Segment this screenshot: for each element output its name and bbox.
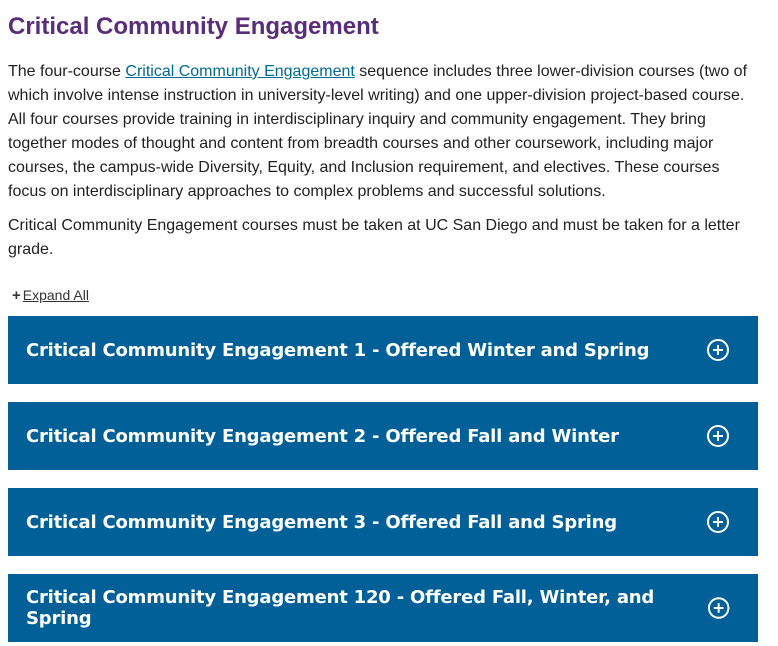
plus-circle-icon[interactable]: [706, 424, 730, 448]
plus-circle-icon[interactable]: [707, 596, 730, 620]
expand-all-link[interactable]: Expand All: [23, 287, 89, 303]
accordion-item-cce-1[interactable]: Critical Community Engagement 1 - Offere…: [8, 316, 758, 384]
accordion-title: Critical Community Engagement 3 - Offere…: [26, 511, 617, 533]
plus-icon: +: [12, 286, 21, 304]
page-content: Critical Community Engagement The four-c…: [0, 0, 778, 642]
expand-all-control[interactable]: + Expand All: [8, 284, 770, 306]
plus-circle-icon[interactable]: [706, 338, 730, 362]
accordion-title: Critical Community Engagement 120 - Offe…: [26, 587, 655, 629]
accordion-item-cce-3[interactable]: Critical Community Engagement 3 - Offere…: [8, 488, 758, 556]
intro-text-end: sequence includes three lower-division c…: [8, 63, 748, 200]
intro-text-start: The four-course: [8, 63, 126, 80]
intro-paragraph: The four-course Critical Community Engag…: [8, 60, 760, 204]
accordion-item-cce-2[interactable]: Critical Community Engagement 2 - Offere…: [8, 402, 758, 470]
accordion-item-cce-120[interactable]: Critical Community Engagement 120 - Offe…: [8, 574, 758, 642]
accordion-title: Critical Community Engagement 1 - Offere…: [26, 339, 650, 361]
cce-link[interactable]: Critical Community Engagement: [125, 63, 354, 80]
plus-circle-icon[interactable]: [706, 510, 730, 534]
accordion-title: Critical Community Engagement 2 - Offere…: [26, 425, 619, 447]
requirement-note: Critical Community Engagement courses mu…: [8, 217, 740, 258]
course-accordion: Critical Community Engagement 1 - Offere…: [8, 316, 770, 642]
page-title: Critical Community Engagement: [8, 13, 379, 40]
